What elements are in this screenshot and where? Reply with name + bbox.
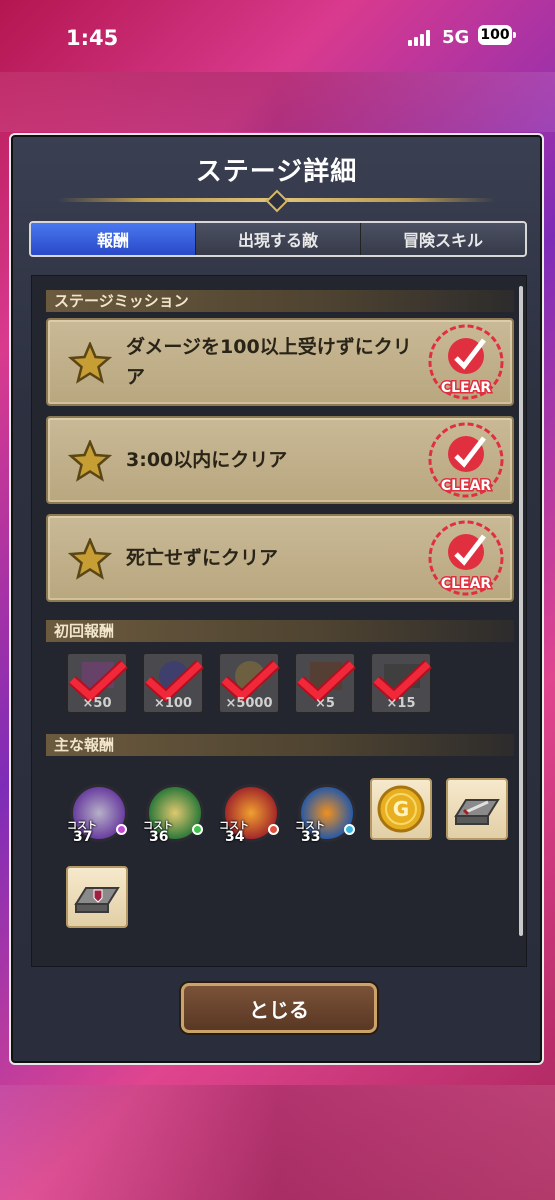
- cost-value: 34: [225, 829, 245, 845]
- cost-value: 37: [73, 829, 93, 845]
- star-icon: [68, 538, 112, 580]
- attribute-dot: [268, 824, 279, 835]
- sword-ingot-reward[interactable]: [446, 778, 508, 840]
- first-reward-section-header: 初回報酬: [46, 620, 514, 642]
- clear-stamp-icon: CLEAR: [428, 520, 504, 596]
- shield-ingot-reward[interactable]: [66, 866, 128, 928]
- reward-quantity: ×50: [82, 696, 112, 711]
- tab-adventure-skills[interactable]: 冒険スキル: [360, 223, 525, 255]
- stage-detail-dialog: ステージ詳細 報酬 出現する敵 冒険スキル ステージミッション ダメージを100…: [9, 133, 544, 1065]
- mission-text: 3:00以内にクリア: [126, 449, 288, 471]
- svg-text:CLEAR: CLEAR: [441, 576, 492, 592]
- clear-stamp-icon: CLEAR: [428, 422, 504, 498]
- mission-item: 死亡せずにクリア CLEAR: [46, 514, 514, 602]
- rewards-panel[interactable]: ステージミッション ダメージを100以上受けずにクリア CLEAR 3:00以内…: [31, 275, 527, 967]
- star-icon: [68, 342, 112, 384]
- main-reward-section-header: 主な報酬: [46, 734, 514, 756]
- tab-bar: 報酬 出現する敵 冒険スキル: [29, 221, 527, 257]
- mission-text: ダメージを100以上受けずにクリア: [126, 336, 412, 388]
- monster-reward-flame[interactable]: コスト 34: [219, 784, 280, 845]
- gold-coin-reward[interactable]: G: [370, 778, 432, 840]
- title-ornament-icon: [265, 189, 289, 213]
- shield-ingot-icon: [74, 887, 120, 913]
- signal-icon: [408, 30, 434, 46]
- cost-value: 36: [149, 829, 169, 845]
- background-blur-top: [0, 72, 555, 132]
- monster-reward-golem[interactable]: コスト 37: [67, 784, 128, 845]
- tab-rewards[interactable]: 報酬: [31, 223, 195, 255]
- svg-text:CLEAR: CLEAR: [441, 380, 492, 396]
- monster-reward-elf[interactable]: コスト 36: [143, 784, 204, 845]
- background-blur-bottom: [0, 1085, 555, 1200]
- svg-text:G: G: [393, 797, 409, 821]
- svg-text:CLEAR: CLEAR: [441, 478, 492, 494]
- attribute-dot: [344, 824, 355, 835]
- monster-reward-slime[interactable]: コスト 33: [295, 784, 356, 845]
- first-reward-item[interactable]: ×50: [66, 652, 128, 714]
- first-reward-item[interactable]: ×100: [142, 652, 204, 714]
- mission-text: 死亡せずにクリア: [126, 547, 279, 569]
- battery-icon: 100: [478, 25, 516, 45]
- close-button[interactable]: とじる: [181, 983, 377, 1033]
- attribute-dot: [116, 824, 127, 835]
- scrollbar[interactable]: [519, 286, 523, 936]
- status-time: 1:45: [66, 26, 119, 50]
- tab-enemies[interactable]: 出現する敵: [195, 223, 360, 255]
- reward-quantity: ×5000: [225, 696, 273, 711]
- first-reward-item[interactable]: ×15: [370, 652, 432, 714]
- mission-item: ダメージを100以上受けずにクリア CLEAR: [46, 318, 514, 406]
- clear-stamp-icon: CLEAR: [428, 324, 504, 400]
- reward-quantity: ×5: [315, 696, 335, 711]
- reward-quantity: ×15: [386, 696, 416, 711]
- star-icon: [68, 440, 112, 482]
- mission-item: 3:00以内にクリア CLEAR: [46, 416, 514, 504]
- first-reward-item[interactable]: ×5: [294, 652, 356, 714]
- cost-value: 33: [301, 829, 321, 845]
- status-bar: 1:45 5G 100: [0, 0, 555, 72]
- first-reward-item[interactable]: ×5000: [218, 652, 280, 714]
- missions-section-header: ステージミッション: [46, 290, 514, 312]
- dialog-title: ステージ詳細: [195, 157, 358, 187]
- network-label: 5G: [442, 27, 470, 48]
- gold-g-coin-icon: G: [377, 785, 425, 833]
- sword-ingot-icon: [454, 799, 500, 825]
- attribute-dot: [192, 824, 203, 835]
- reward-quantity: ×100: [153, 696, 193, 711]
